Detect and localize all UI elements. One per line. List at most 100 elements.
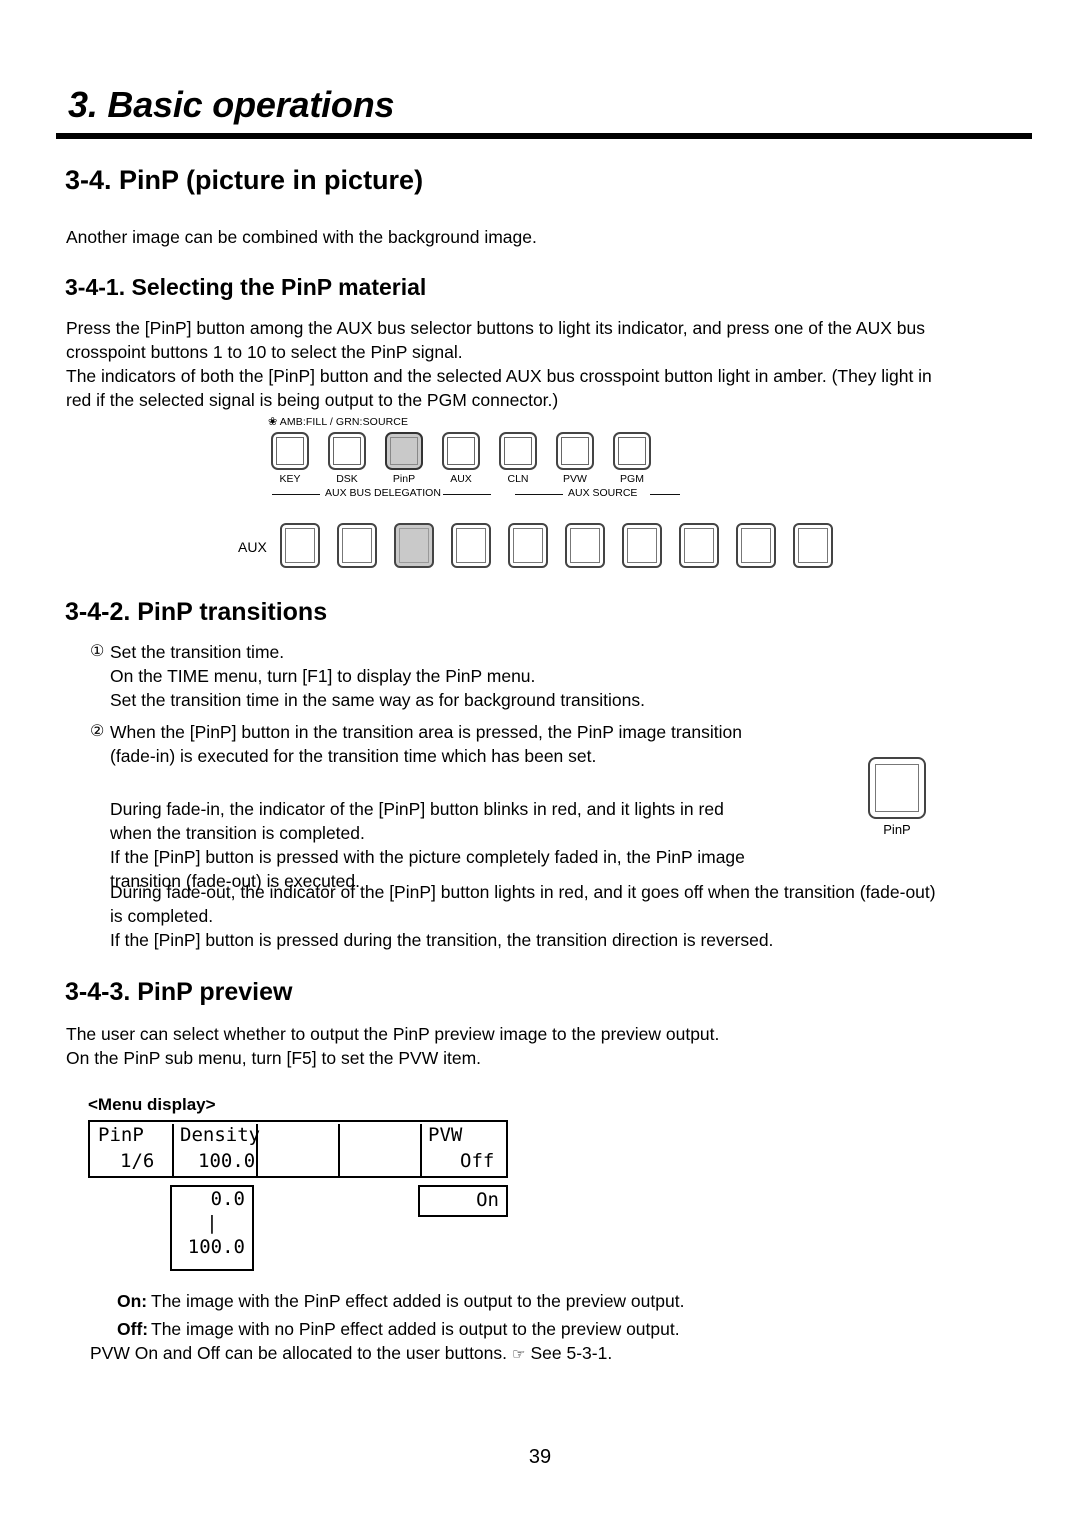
menu-divider bbox=[172, 1124, 174, 1150]
density-range-bar: | bbox=[206, 1212, 218, 1234]
aux-crosspoint-button-10[interactable] bbox=[793, 523, 833, 568]
caption-key: KEY bbox=[279, 473, 301, 485]
density-range-max: 0.0 bbox=[210, 1188, 245, 1210]
aux-crosspoint-button-3[interactable] bbox=[394, 523, 434, 568]
button-inner bbox=[285, 528, 315, 563]
menu-display-main-row: PinP 1/6 Density 100.0 PVW Off bbox=[88, 1120, 508, 1178]
aux-crosspoint-button-6[interactable] bbox=[565, 523, 605, 568]
caption-pgm: PGM bbox=[620, 473, 644, 485]
button-inner bbox=[342, 528, 372, 563]
step-line: (fade-in) is executed for the transition… bbox=[110, 746, 597, 766]
transition-pinp-button[interactable] bbox=[868, 757, 926, 819]
transition-step-2-detail-2: During fade-out, the indicator of the [P… bbox=[110, 880, 1040, 952]
button-inner bbox=[276, 437, 304, 465]
paragraph-line: The user can select whether to output th… bbox=[66, 1024, 720, 1044]
menu-cell-pvw: PVW bbox=[428, 1124, 463, 1146]
menu-divider bbox=[338, 1124, 340, 1150]
button-inner bbox=[390, 437, 418, 465]
menu-cell-pinp: PinP bbox=[98, 1124, 144, 1146]
aux-row-label: AUX bbox=[238, 539, 267, 555]
menu-sub-pvw-option[interactable]: On bbox=[418, 1185, 508, 1217]
paragraph-line: If the [PinP] button is pressed during t… bbox=[110, 930, 774, 950]
paragraph-line: Press the [PinP] button among the AUX bu… bbox=[66, 318, 925, 338]
selector-button-key[interactable] bbox=[271, 432, 309, 470]
paragraph-line: On the PinP sub menu, turn [F5] to set t… bbox=[66, 1048, 482, 1068]
transition-step-2-detail-1: During fade-in, the indicator of the [Pi… bbox=[110, 797, 920, 893]
paragraph-line: is completed. bbox=[110, 906, 214, 926]
selector-button-pgm[interactable] bbox=[613, 432, 651, 470]
section-intro-line: Another image can be combined with the b… bbox=[66, 227, 537, 247]
paragraph-line: red if the selected signal is being outp… bbox=[66, 390, 559, 410]
step-line: Set the transition time in the same way … bbox=[110, 690, 645, 710]
pvw-user-button-note: PVW On and Off can be allocated to the u… bbox=[90, 1341, 990, 1367]
aux-source-label: AUX SOURCE bbox=[568, 487, 638, 499]
aux-crosspoint-button-1[interactable] bbox=[280, 523, 320, 568]
aux-crosspoint-button-8[interactable] bbox=[679, 523, 719, 568]
step-marker-1: ① bbox=[90, 643, 105, 660]
menu-cell-pvw-value: Off bbox=[460, 1150, 495, 1172]
pvw-option-on: On bbox=[476, 1189, 499, 1211]
button-inner bbox=[684, 528, 714, 563]
amb-label-text: AMB:FILL / GRN:SOURCE bbox=[279, 416, 409, 428]
definition-row-on: On: The image with the PinP effect added… bbox=[117, 1287, 937, 1315]
definition-row-off: Off: The image with no PinP effect added… bbox=[117, 1315, 937, 1343]
menu-divider bbox=[172, 1150, 174, 1176]
menu-divider bbox=[420, 1124, 422, 1150]
flower-icon: ❀ bbox=[268, 416, 278, 428]
paragraph-line: If the [PinP] button is pressed with the… bbox=[110, 847, 745, 867]
aux-crosspoint-button-4[interactable] bbox=[451, 523, 491, 568]
paragraph-line: crosspoint buttons 1 to 10 to select the… bbox=[66, 342, 463, 362]
page-number: 39 bbox=[528, 1446, 552, 1468]
caption-dsk: DSK bbox=[336, 473, 358, 485]
note-text-pre: PVW On and Off can be allocated to the u… bbox=[90, 1343, 508, 1363]
button-inner bbox=[447, 437, 475, 465]
paragraph-line: During fade-in, the indicator of the [Pi… bbox=[110, 799, 724, 819]
aux-crosspoint-buttons bbox=[280, 523, 833, 568]
menu-divider bbox=[256, 1150, 258, 1176]
button-inner bbox=[798, 528, 828, 563]
pointing-hand-icon: ☞ bbox=[512, 1346, 526, 1363]
caption-aux: AUX bbox=[450, 473, 472, 485]
caption-cln: CLN bbox=[507, 473, 529, 485]
selector-button-row bbox=[271, 432, 651, 470]
button-inner bbox=[570, 528, 600, 563]
selector-button-pinp[interactable] bbox=[385, 432, 423, 470]
transition-pinp-button-caption: PinP bbox=[883, 822, 911, 837]
button-inner bbox=[399, 528, 429, 563]
density-range-min: 100.0 bbox=[187, 1236, 245, 1258]
delegation-rule-left bbox=[272, 494, 320, 495]
caption-pvw: PVW bbox=[563, 473, 587, 485]
menu-sub-density-range: 0.0 | 100.0 bbox=[170, 1185, 254, 1271]
step-line: Set the transition time. bbox=[110, 642, 285, 662]
paragraph-line: The indicators of both the [PinP] button… bbox=[66, 366, 932, 386]
section-intro: Another image can be combined with the b… bbox=[66, 225, 966, 249]
delegation-rule-right bbox=[443, 494, 491, 495]
menu-divider bbox=[420, 1150, 422, 1176]
note-cross-reference: See 5-3-1. bbox=[530, 1343, 613, 1363]
section-heading: 3-4. PinP (picture in picture) bbox=[65, 165, 424, 195]
aux-crosspoint-button-2[interactable] bbox=[337, 523, 377, 568]
aux-crosspoint-button-9[interactable] bbox=[736, 523, 776, 568]
selector-button-cln[interactable] bbox=[499, 432, 537, 470]
selector-button-pvw[interactable] bbox=[556, 432, 594, 470]
aux-crosspoint-button-5[interactable] bbox=[508, 523, 548, 568]
definition-desc-on: The image with the PinP effect added is … bbox=[151, 1291, 685, 1311]
menu-cell-density: Density bbox=[180, 1124, 261, 1146]
caption-pinp: PinP bbox=[392, 473, 416, 485]
definition-desc-off: The image with no PinP effect added is o… bbox=[151, 1319, 680, 1339]
selector-button-dsk[interactable] bbox=[328, 432, 366, 470]
subsection-1-heading: 3-4-1. Selecting the PinP material bbox=[65, 274, 427, 300]
transition-step-1: ① Set the transition time. On the TIME m… bbox=[90, 640, 990, 712]
subsection-3-paragraph: The user can select whether to output th… bbox=[66, 1022, 996, 1070]
menu-cell-page: 1/6 bbox=[120, 1150, 155, 1172]
step-marker-2: ② bbox=[90, 723, 105, 740]
definition-term-on: On: bbox=[117, 1291, 148, 1311]
button-inner bbox=[618, 437, 646, 465]
transition-pinp-button-illustration: PinP bbox=[868, 757, 926, 837]
subsection-1-paragraph-1: Press the [PinP] button among the AUX bu… bbox=[66, 316, 1018, 412]
menu-divider bbox=[338, 1150, 340, 1176]
aux-crosspoint-button-7[interactable] bbox=[622, 523, 662, 568]
selector-button-aux[interactable] bbox=[442, 432, 480, 470]
note-line: PVW On and Off can be allocated to the u… bbox=[90, 1341, 990, 1367]
menu-cell-density-value: 100.0 bbox=[198, 1150, 256, 1172]
